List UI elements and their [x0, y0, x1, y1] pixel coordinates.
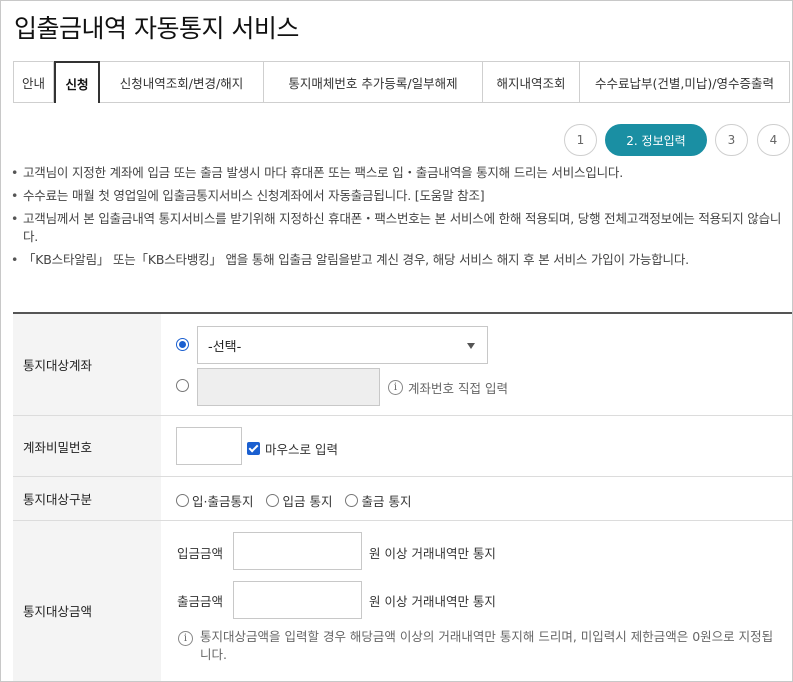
deposit-amount-suffix: 원 이상 거래내역만 통지 [369, 546, 496, 561]
step-4: 4 [757, 124, 790, 156]
note-item: 고객님이 지정한 계좌에 입금 또는 출금 발생시 마다 휴대폰 또는 팩스로 … [11, 164, 786, 182]
step-1: 1 [564, 124, 597, 156]
mouse-input-checkbox[interactable] [247, 442, 260, 455]
password-label: 계좌비밀번호 [13, 416, 161, 476]
account-select-value: -선택- [208, 339, 242, 355]
note-item: 「KB스타알림」 또는「KB스타뱅킹」 앱을 통해 입출금 알림을받고 계신 경… [11, 251, 786, 269]
account-select[interactable]: -선택- [197, 326, 488, 364]
tab-cancellation-history[interactable]: 해지내역조회 [483, 62, 580, 102]
notify-withdraw-label: 출금 통지 [361, 494, 412, 509]
notify-both-radio[interactable] [176, 494, 189, 507]
row-password: 계좌비밀번호 마우스로 입력 [13, 416, 792, 477]
info-icon: i [178, 631, 193, 646]
service-notes: 고객님이 지정한 계좌에 입금 또는 출금 발생시 마다 휴대폰 또는 팩스로 … [11, 164, 786, 274]
tab-inquiry-change-cancel[interactable]: 신청내역조회/변경/해지 [100, 62, 264, 102]
notify-deposit-radio[interactable] [266, 494, 280, 507]
tab-media-register[interactable]: 통지매체번호 추가등록/일부해제 [264, 62, 483, 102]
amount-info-text: 통지대상금액을 입력할 경우 해당금액 이상의 거래내역만 통지해 드리며, 미… [200, 629, 774, 662]
info-icon: i [388, 380, 403, 395]
row-notify-type: 통지대상구분 입·출금통지 입금 통지 출금 통지 [13, 477, 792, 521]
account-direct-radio[interactable] [176, 379, 189, 392]
notify-type-label: 통지대상구분 [13, 477, 161, 520]
tab-fee-payment[interactable]: 수수료납부(건별,미납)/영수증출력 [580, 62, 790, 102]
withdraw-amount-label: 출금금액 [177, 594, 224, 609]
deposit-amount-field[interactable] [233, 532, 362, 570]
step-3: 3 [715, 124, 748, 156]
row-account: 통지대상계좌 -선택- i 계좌번호 직접 입력 [13, 314, 792, 416]
tab-apply[interactable]: 신청 [54, 61, 100, 103]
note-item: 수수료는 매월 첫 영업일에 입출금통지서비스 신청계좌에서 자동출금됩니다. … [11, 187, 786, 205]
page-title: 입출금내역 자동통지 서비스 [14, 14, 299, 43]
step-2-current: 2. 정보입력 [605, 124, 707, 156]
chevron-down-icon [467, 343, 475, 349]
amount-label: 통지대상금액 [13, 521, 161, 681]
notify-deposit-label: 입금 통지 [282, 494, 333, 509]
withdraw-amount-field[interactable] [233, 581, 362, 619]
application-form: 통지대상계좌 -선택- i 계좌번호 직접 입력 계좌비밀번호 마우스로 입력 … [13, 312, 792, 681]
page-frame: 입출금내역 자동통지 서비스 안내 신청 신청내역조회/변경/해지 통지매체번호… [0, 0, 793, 682]
note-item: 고객님께서 본 입출금내역 통지서비스를 받기위해 지정하신 휴대폰・팩스번호는… [11, 210, 786, 246]
tab-bar: 안내 신청 신청내역조회/변경/해지 통지매체번호 추가등록/일부해제 해지내역… [13, 61, 790, 103]
account-select-radio[interactable] [176, 338, 189, 351]
account-number-field[interactable] [197, 368, 380, 406]
mouse-input-label: 마우스로 입력 [265, 442, 338, 457]
notify-both-label: 입·출금통지 [192, 494, 254, 509]
deposit-amount-label: 입금금액 [177, 546, 224, 561]
account-password-field[interactable] [176, 427, 242, 465]
withdraw-amount-suffix: 원 이상 거래내역만 통지 [369, 594, 496, 609]
account-direct-hint: 계좌번호 직접 입력 [408, 381, 508, 396]
step-indicator: 1 2. 정보입력 3 4 [1, 124, 792, 156]
account-label: 통지대상계좌 [13, 314, 161, 415]
row-amount: 통지대상금액 입금금액 원 이상 거래내역만 통지 출금금액 원 이상 거래내역… [13, 521, 792, 681]
tab-guide[interactable]: 안내 [13, 62, 54, 102]
notify-withdraw-radio[interactable] [345, 494, 359, 507]
